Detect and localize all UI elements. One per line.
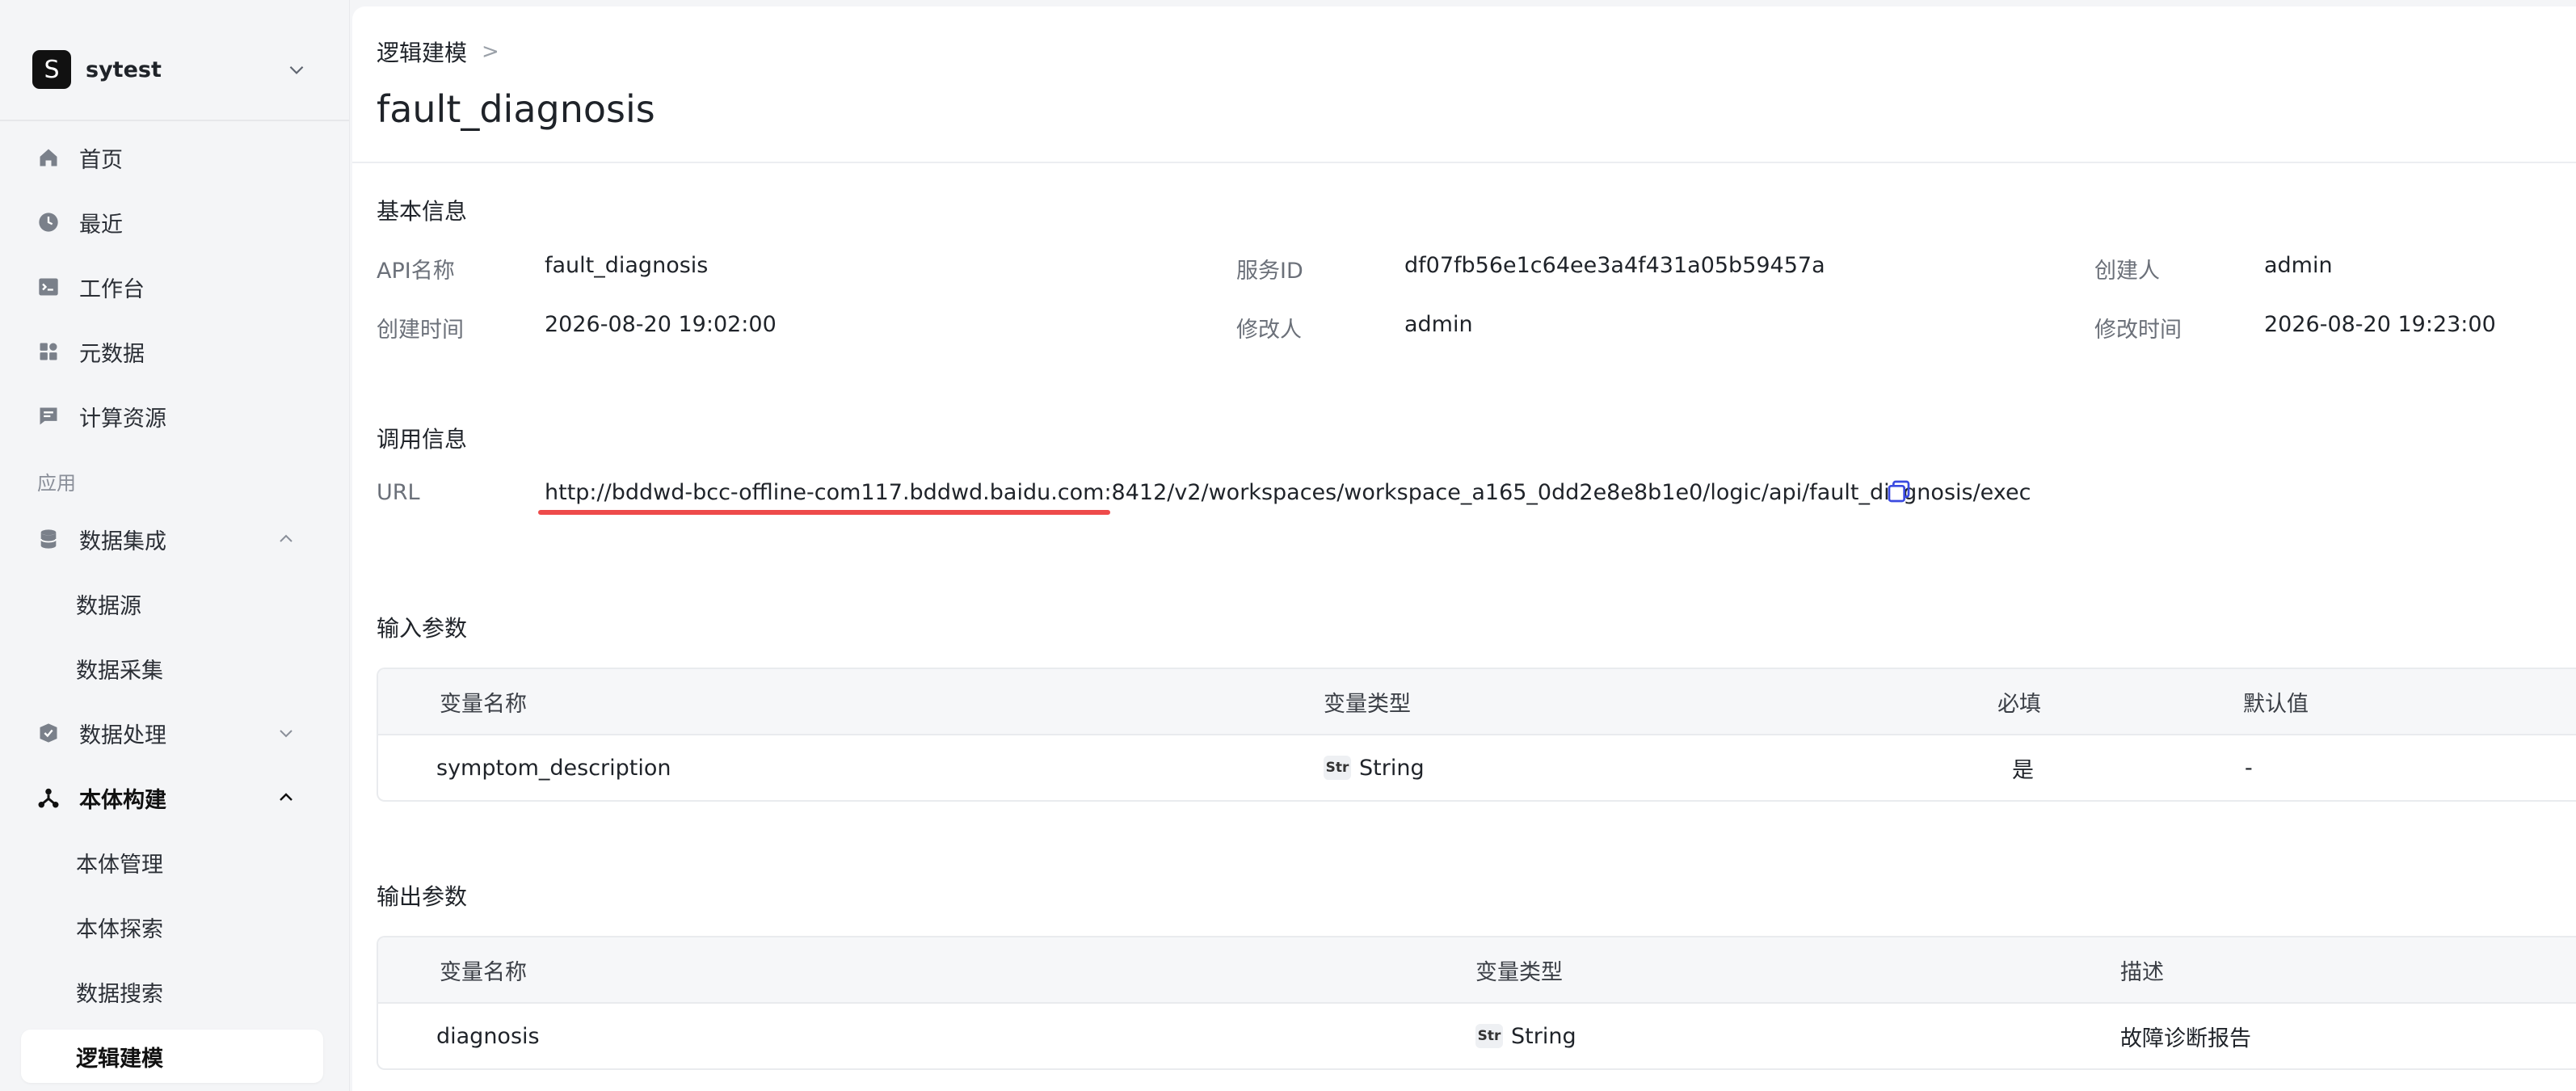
url-label: URL	[377, 480, 420, 505]
sidebar-item-logic-modeling[interactable]: 逻辑建模	[21, 1030, 323, 1083]
sidebar-item-data-integration[interactable]: 数据集成	[21, 512, 323, 566]
param-name-cell: symptom_description	[436, 755, 671, 781]
graph-nodes-icon	[36, 785, 61, 811]
breadcrumb: 逻辑建模 >	[377, 36, 499, 68]
sidebar-item-label: 逻辑建模	[76, 1046, 163, 1072]
column-header-type: 变量类型	[1475, 959, 1563, 985]
database-icon	[36, 526, 61, 552]
param-default-cell: -	[2245, 755, 2253, 781]
table-header: 变量名称 变量类型 描述	[378, 937, 2576, 1004]
basic-info-title: 基本信息	[377, 198, 468, 225]
copy-icon[interactable]	[1886, 478, 1912, 504]
modified-time-label: 修改时间	[2094, 318, 2182, 343]
service-id-value: df07fb56e1c64ee3a4f431a05b59457a	[1404, 253, 1825, 278]
modifier-label: 修改人	[1236, 318, 1302, 343]
creator-label: 创建人	[2094, 259, 2160, 284]
sidebar-item-home[interactable]: 首页	[21, 131, 323, 184]
api-name-label: API名称	[377, 259, 455, 284]
table-row: symptom_description Str String 是 -	[378, 735, 2576, 800]
api-name-value: fault_diagnosis	[545, 253, 709, 278]
param-name-cell: diagnosis	[436, 1023, 540, 1049]
sidebar-item-label: 数据集成	[79, 529, 166, 554]
grid-icon	[36, 339, 61, 364]
column-header-name: 变量名称	[440, 959, 527, 985]
table-header: 变量名称 变量类型 必填 默认值	[378, 669, 2576, 735]
sidebar-item-data-search[interactable]: 数据搜索	[21, 965, 323, 1018]
sidebar-item-ontology-build[interactable]: 本体构建	[21, 771, 323, 824]
column-header-name: 变量名称	[440, 691, 527, 717]
string-type-badge: Str	[1475, 1024, 1503, 1048]
sidebar-divider	[0, 120, 349, 121]
url-value: http://bddwd-bcc-offline-com117.bddwd.ba…	[545, 480, 2031, 505]
sidebar-item-label: 首页	[79, 147, 123, 173]
table-row: diagnosis Str String 故障诊断报告	[378, 1004, 2576, 1068]
param-type-text: String	[1359, 755, 1425, 781]
url-highlight-underline	[538, 510, 1110, 515]
sidebar-section-apps: 应用	[37, 472, 76, 495]
column-header-default: 默认值	[2243, 691, 2309, 717]
column-header-type: 变量类型	[1324, 691, 1411, 717]
breadcrumb-parent-link[interactable]: 逻辑建模	[377, 36, 467, 68]
breadcrumb-separator: >	[482, 40, 499, 64]
input-params-table: 变量名称 变量类型 必填 默认值 symptom_description Str…	[377, 668, 2576, 802]
modified-time-value: 2026-08-20 19:23:00	[2264, 312, 2496, 337]
sidebar-item-label: 元数据	[79, 341, 145, 367]
chevron-up-icon	[280, 534, 293, 542]
sidebar-item-recent[interactable]: 最近	[21, 196, 323, 249]
sidebar-item-ontology-explore[interactable]: 本体探索	[21, 900, 323, 954]
sidebar: S sytest 首页 最近 工作台 元数据 计算资源 应用 数据集成 数据源 …	[0, 0, 350, 1091]
workspace-logo: S	[32, 50, 71, 89]
header-divider	[352, 162, 2576, 163]
sidebar-item-metadata[interactable]: 元数据	[21, 325, 323, 378]
clock-icon	[36, 209, 61, 235]
message-box-icon	[36, 403, 61, 429]
sidebar-item-data-source[interactable]: 数据源	[21, 577, 323, 630]
terminal-icon	[36, 274, 61, 300]
workspace-switcher[interactable]: S sytest	[32, 47, 307, 92]
sidebar-item-label: 数据采集	[76, 658, 163, 684]
chevron-down-icon	[280, 730, 293, 738]
sidebar-item-label: 本体构建	[79, 787, 166, 813]
modifier-value: admin	[1404, 312, 1473, 337]
param-required-cell: 是	[2012, 757, 2034, 783]
input-params-title: 输入参数	[377, 615, 468, 642]
process-icon	[36, 720, 61, 746]
creator-value: admin	[2264, 253, 2333, 278]
sidebar-item-label: 数据处理	[79, 722, 166, 748]
sidebar-item-label: 最近	[79, 212, 123, 238]
chevron-down-icon	[289, 65, 304, 74]
created-time-value: 2026-08-20 19:02:00	[545, 312, 777, 337]
param-desc-cell: 故障诊断报告	[2120, 1026, 2251, 1051]
sidebar-item-ontology-manage[interactable]: 本体管理	[21, 836, 323, 889]
sidebar-item-label: 工作台	[79, 276, 145, 302]
sidebar-item-label: 数据搜索	[76, 981, 163, 1007]
column-header-required: 必填	[1997, 691, 2041, 717]
workspace-name: sytest	[86, 57, 162, 82]
home-icon	[36, 145, 61, 171]
sidebar-item-workbench[interactable]: 工作台	[21, 260, 323, 314]
chevron-up-icon	[280, 793, 293, 801]
main-content: 逻辑建模 > fault_diagnosis 基本信息 API名称 fault_…	[352, 6, 2576, 1091]
string-type-badge: Str	[1324, 756, 1351, 780]
sidebar-item-label: 本体探索	[76, 916, 163, 942]
sidebar-item-label: 计算资源	[79, 406, 166, 432]
column-header-desc: 描述	[2120, 959, 2164, 985]
created-time-label: 创建时间	[377, 318, 464, 343]
param-type-cell: Str String	[1475, 1004, 1576, 1068]
page-title: fault_diagnosis	[377, 87, 655, 131]
param-type-text: String	[1511, 1023, 1576, 1049]
output-params-table: 变量名称 变量类型 描述 diagnosis Str String 故障诊断报告	[377, 936, 2576, 1070]
call-info-title: 调用信息	[377, 426, 468, 453]
sidebar-item-label: 本体管理	[76, 852, 163, 878]
sidebar-item-data-processing[interactable]: 数据处理	[21, 706, 323, 760]
param-type-cell: Str String	[1324, 735, 1425, 800]
sidebar-item-label: 数据源	[76, 593, 141, 619]
sidebar-item-compute[interactable]: 计算资源	[21, 390, 323, 443]
service-id-label: 服务ID	[1236, 259, 1303, 284]
output-params-title: 输出参数	[377, 883, 468, 910]
sidebar-item-data-collection[interactable]: 数据采集	[21, 642, 323, 695]
